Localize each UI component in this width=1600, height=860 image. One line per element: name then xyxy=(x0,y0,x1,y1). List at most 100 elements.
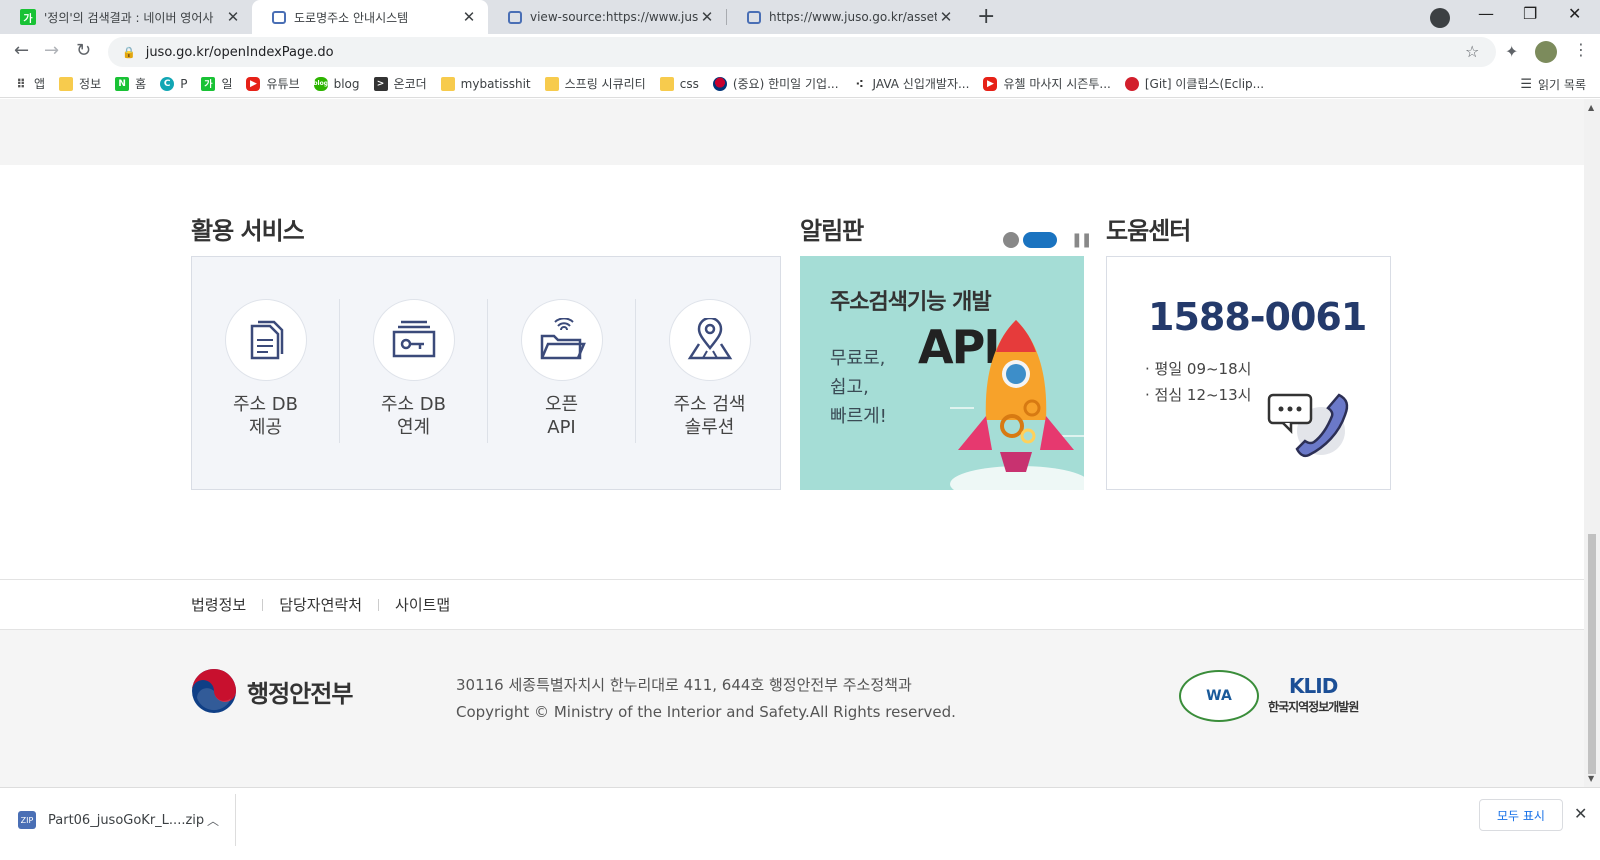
bookmark-info[interactable]: 정보 xyxy=(59,75,101,92)
site-footer: 행정안전부 30116 세종특별자치시 한누리대로 411, 644호 행정안전… xyxy=(0,630,1584,787)
klid-logo-text: KLID xyxy=(1289,674,1338,698)
close-icon[interactable]: ✕ xyxy=(1574,804,1587,823)
lock-icon: 🔒 xyxy=(122,45,136,59)
tab-search-icon[interactable] xyxy=(1430,8,1450,28)
banner-sub-line: 무료로, xyxy=(830,348,886,369)
footer-link-divider xyxy=(262,598,264,611)
bookmark-il[interactable]: 가일 xyxy=(201,75,232,92)
page-icon xyxy=(272,10,286,24)
klid-name: 한국지역정보개발원 xyxy=(1268,700,1359,714)
tab-juso[interactable]: 도로명주소 안내시스템 ✕ xyxy=(252,0,488,34)
bookmark-star-icon[interactable]: ☆ xyxy=(1465,42,1479,61)
service-label-1: 오픈 xyxy=(544,394,579,415)
banner-title: 주소검색기능 개발 xyxy=(830,290,992,315)
page-viewport: 활용 서비스 주소 DB 제공 주소 DB 연계 오픈 API 주소 검색 솔루… xyxy=(0,99,1584,787)
service-label-2: API xyxy=(547,417,576,438)
bookmark-blog[interactable]: blog blog xyxy=(313,76,360,91)
tab-view-source[interactable]: view-source:https://www.juso.go ✕ xyxy=(488,0,726,34)
reading-list[interactable]: ☰ 읽기 목록 xyxy=(1520,76,1586,93)
show-all-button[interactable]: 모두 표시 xyxy=(1479,799,1563,831)
page-scrollbar[interactable]: ▲ ▼ xyxy=(1584,99,1600,787)
download-shelf: ZIP Part06_jusoGoKr_L....zip ︿ 모두 표시 ✕ xyxy=(0,787,1600,860)
bookmark-mybatis[interactable]: mybatisshit xyxy=(440,76,531,91)
service-db-link[interactable]: 주소 DB 연계 xyxy=(340,299,487,445)
restore-icon[interactable]: ❐ xyxy=(1523,4,1537,23)
bookmark-label: 홈 xyxy=(135,77,147,91)
footer-link-law[interactable]: 법령정보 xyxy=(191,594,246,615)
footer-link-sitemap[interactable]: 사이트맵 xyxy=(395,594,450,615)
close-icon[interactable]: ✕ xyxy=(224,8,242,26)
notice-slider-controls: ❚❚ xyxy=(1003,232,1093,248)
bookmark-home[interactable]: N홈 xyxy=(115,75,146,92)
taegeuk-icon xyxy=(192,669,236,713)
scroll-up-icon[interactable]: ▲ xyxy=(1588,103,1594,112)
banner-subtitle: 무료로, 쉽고, 빠르게! xyxy=(830,344,887,431)
close-icon[interactable]: ✕ xyxy=(460,8,478,26)
bookmark-label: P xyxy=(180,76,188,91)
page-icon xyxy=(508,10,522,24)
pause-icon[interactable]: ❚❚ xyxy=(1071,232,1093,248)
service-search-solution[interactable]: 주소 검색 솔루션 xyxy=(636,299,783,445)
footer-links: 법령정보 담당자연락처 사이트맵 xyxy=(0,579,1584,630)
bookmark-oncoder[interactable]: > 온코더 xyxy=(373,75,427,92)
scroll-down-icon[interactable]: ▼ xyxy=(1588,774,1594,783)
folder-icon xyxy=(544,76,559,91)
download-item[interactable]: ZIP Part06_jusoGoKr_L....zip ︿ xyxy=(0,794,236,846)
chevron-up-icon[interactable]: ︿ xyxy=(207,812,219,829)
bookmark-java[interactable]: ⁖ JAVA 신입개발자... xyxy=(853,75,969,92)
reload-icon[interactable]: ↻ xyxy=(76,40,91,61)
close-icon[interactable]: ✕ xyxy=(937,8,955,26)
slide-dot[interactable] xyxy=(1003,232,1019,248)
footer-copyright: Copyright © Ministry of the Interior and… xyxy=(456,703,956,721)
bookmark-apps[interactable]: ⠿ 앱 xyxy=(14,75,45,92)
service-open-api[interactable]: 오픈 API xyxy=(488,299,635,445)
slide-dot-active[interactable] xyxy=(1023,232,1057,248)
forward-icon[interactable]: → xyxy=(44,40,59,61)
profile-avatar[interactable] xyxy=(1535,41,1557,63)
extensions-icon[interactable]: ✦ xyxy=(1505,42,1518,61)
dots-icon: ⁖ xyxy=(855,76,864,91)
phone-chat-icon xyxy=(1267,393,1349,458)
bookmark-label: mybatisshit xyxy=(460,76,531,91)
window-close-icon[interactable]: ✕ xyxy=(1568,4,1581,23)
klid-logo[interactable]: KLID 한국지역정보개발원 xyxy=(1268,674,1359,715)
bookmark-css[interactable]: css xyxy=(659,76,699,91)
banner-sub-line: 쉽고, xyxy=(830,377,869,398)
menu-icon[interactable]: ⋮ xyxy=(1573,40,1589,59)
mois-logo[interactable]: 행정안전부 xyxy=(191,668,353,714)
bookmark-label: 일 xyxy=(221,77,233,91)
apple-icon xyxy=(1124,76,1139,91)
zip-file-icon: ZIP xyxy=(18,811,36,829)
bookmark-massage[interactable]: ▶ 유첼 마사지 시즌투... xyxy=(983,75,1111,92)
help-phone-number[interactable]: 1588-0061 xyxy=(1148,295,1367,339)
tab-assets-css[interactable]: https://www.juso.go.kr/assets/cs ✕ xyxy=(727,0,965,34)
url-text: juso.go.kr/openIndexPage.do xyxy=(145,44,334,60)
scrollbar-thumb[interactable] xyxy=(1588,534,1596,774)
close-icon[interactable]: ✕ xyxy=(698,8,716,26)
tab-strip: 가 '정의'의 검색결과 : 네이버 영어사 ✕ 도로명주소 안내시스템 ✕ v… xyxy=(0,0,1600,34)
bookmark-youtube[interactable]: ▶ 유튜브 xyxy=(246,75,300,92)
service-db-provide[interactable]: 주소 DB 제공 xyxy=(192,299,339,445)
minimize-icon[interactable]: — xyxy=(1478,4,1494,23)
help-center-panel: 1588-0061 · 평일 09~18시 · 점심 12~13시 xyxy=(1106,256,1391,490)
open-folder-icon xyxy=(520,299,603,381)
bookmark-spring-security[interactable]: 스프링 시큐리티 xyxy=(544,75,646,92)
rocket-icon xyxy=(950,320,1084,490)
terminal-icon: > xyxy=(373,76,388,91)
bookmark-p[interactable]: CP xyxy=(160,76,188,91)
web-accessibility-badge[interactable]: WA xyxy=(1179,670,1259,722)
top-band xyxy=(0,99,1584,165)
service-label-1: 주소 DB xyxy=(380,394,447,415)
address-bar[interactable]: 🔒 juso.go.kr/openIndexPage.do xyxy=(108,37,1496,67)
tab-naver-search[interactable]: 가 '정의'의 검색결과 : 네이버 영어사 ✕ xyxy=(0,0,252,34)
tab-title: https://www.juso.go.kr/assets/cs xyxy=(769,10,937,24)
naver-ga-icon: 가 xyxy=(201,76,216,91)
service-label-1: 주소 DB xyxy=(232,394,299,415)
bookmark-korea-us-japan[interactable]: (중요) 한미일 기업... xyxy=(712,75,839,92)
back-icon[interactable]: ← xyxy=(14,40,29,61)
folder-icon xyxy=(59,76,74,91)
new-tab-icon[interactable]: + xyxy=(977,4,995,29)
notice-banner[interactable]: 주소검색기능 개발 무료로, 쉽고, 빠르게! API xyxy=(800,256,1084,490)
footer-link-contact[interactable]: 담당자연락처 xyxy=(279,594,362,615)
bookmark-git-eclipse[interactable]: [Git] 이클립스(Eclip... xyxy=(1124,75,1264,92)
